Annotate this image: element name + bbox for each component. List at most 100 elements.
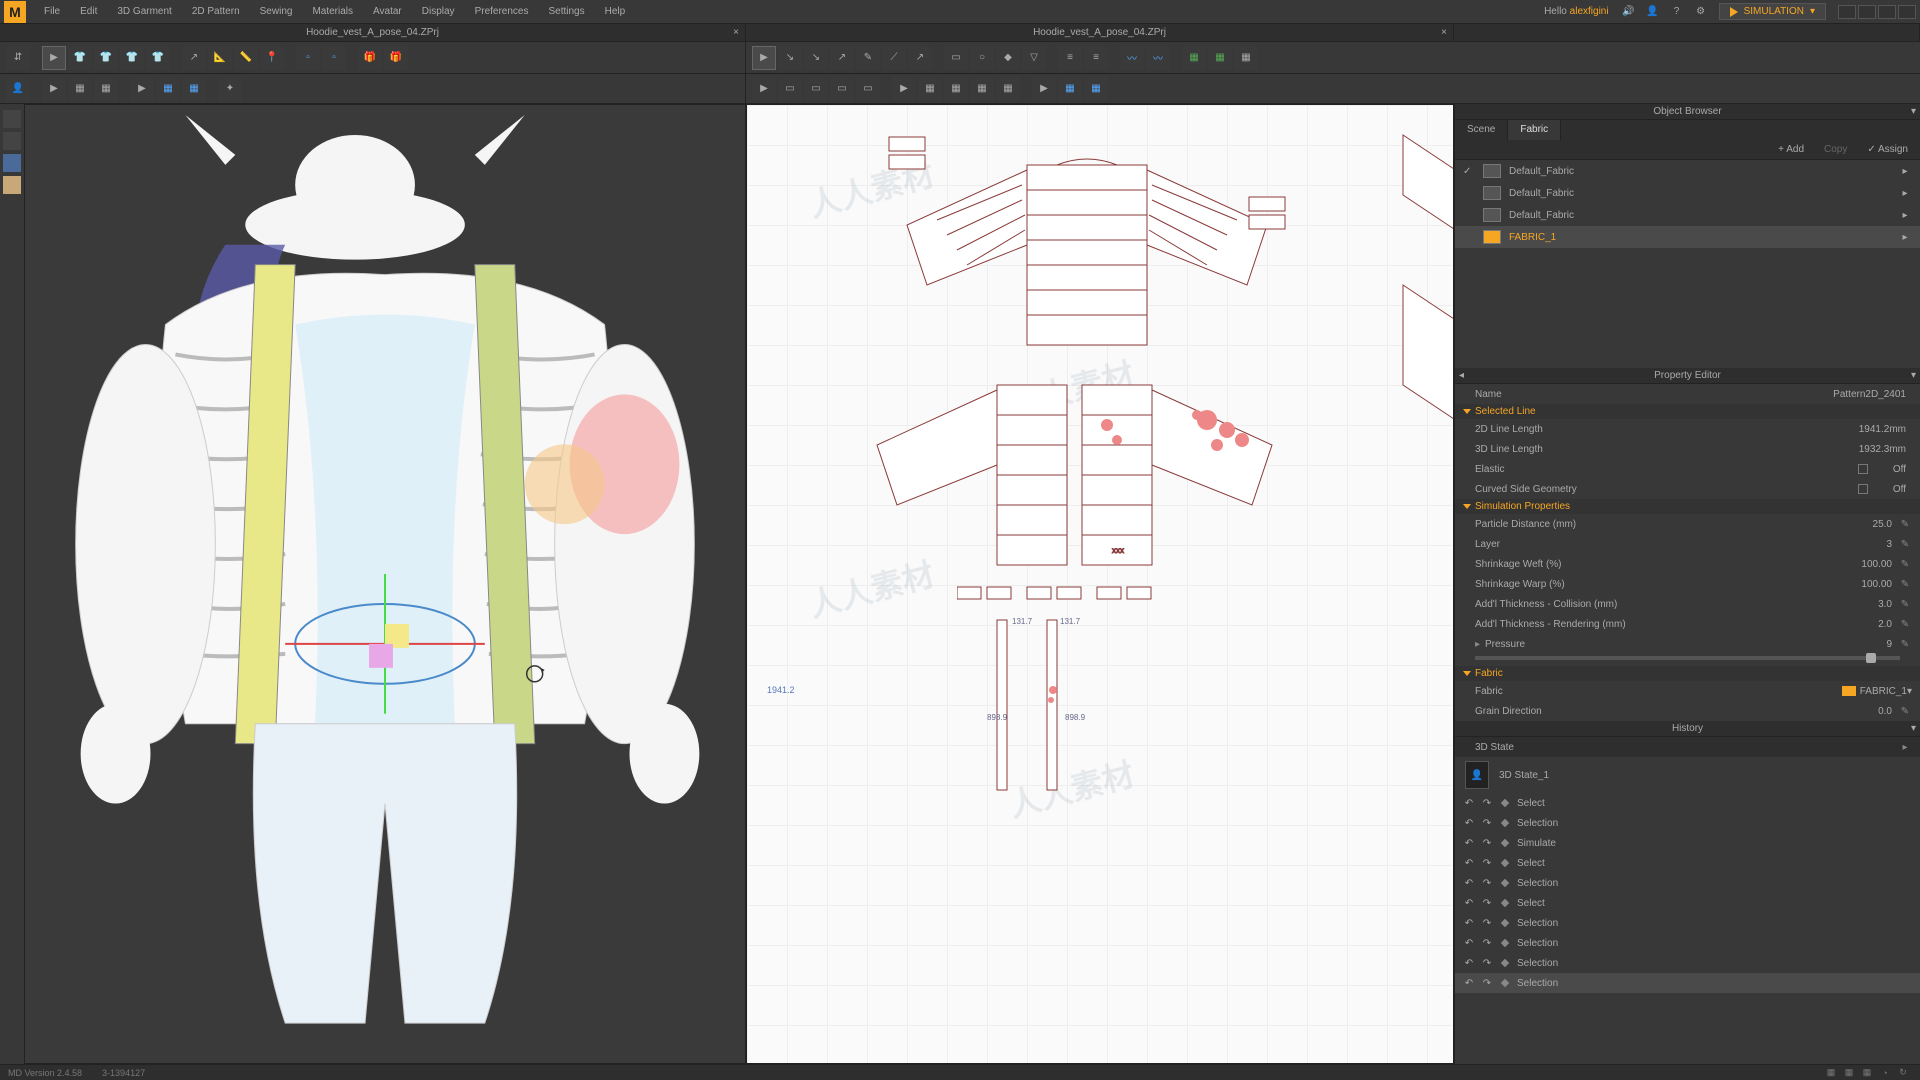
seam-tool-1-icon[interactable]: ≡	[1058, 46, 1082, 70]
menu-preferences[interactable]: Preferences	[465, 0, 539, 24]
pattern-strips[interactable]	[957, 585, 1157, 605]
edit-curve-tool-icon[interactable]: ↘	[804, 46, 828, 70]
file-tab-2d[interactable]: Hoodie_vest_A_pose_04.ZPrj×	[746, 24, 1454, 41]
2d-info-1-icon[interactable]: ▶	[892, 77, 916, 101]
add-button[interactable]: + Add	[1770, 144, 1812, 155]
history-item[interactable]: ↶↷Select	[1455, 893, 1920, 913]
pattern-cuff[interactable]	[887, 135, 927, 175]
box-tool-2-icon[interactable]: ▫	[322, 46, 346, 70]
tab-fabric[interactable]: Fabric	[1508, 120, 1561, 140]
draw-tool-icon[interactable]: ✎	[856, 46, 880, 70]
notch-tool-icon[interactable]: ▽	[1022, 46, 1046, 70]
2d-grid-2-icon[interactable]: ▦	[1058, 77, 1082, 101]
history-item[interactable]: ↶↷Selection	[1455, 873, 1920, 893]
avatar-view-2-icon[interactable]	[3, 132, 21, 150]
fabric-row[interactable]: Default_Fabric▸	[1455, 204, 1920, 226]
collapse-icon[interactable]: ▾	[1911, 723, 1916, 734]
pattern-cuff[interactable]	[1247, 195, 1287, 235]
settings-icon[interactable]: ⚙	[1689, 0, 1713, 24]
state-row[interactable]: 👤 3D State_1	[1455, 757, 1920, 793]
history-item[interactable]: ↶↷Selection	[1455, 813, 1920, 833]
render-mode-1-icon[interactable]: ▶	[130, 77, 154, 101]
history-item[interactable]: ↶↷Simulate	[1455, 833, 1920, 853]
edit-icon[interactable]: ✎	[1898, 519, 1912, 530]
2d-info-3-icon[interactable]: ▦	[944, 77, 968, 101]
avatar-view-3-icon[interactable]	[3, 154, 21, 172]
2d-info-2-icon[interactable]: ▦	[918, 77, 942, 101]
expand-icon[interactable]: ▸	[1898, 232, 1912, 243]
view-tool-2-icon[interactable]: ▦	[1208, 46, 1232, 70]
status-icon-4[interactable]: ◔	[1876, 1068, 1894, 1078]
checkbox[interactable]	[1858, 464, 1868, 474]
prop-value[interactable]: Pattern2D_2401	[1812, 389, 1912, 400]
pattern-piece-top[interactable]	[827, 145, 1347, 365]
collapse-icon[interactable]: ◂	[1459, 370, 1464, 381]
menu-edit[interactable]: Edit	[70, 0, 107, 24]
checkbox[interactable]	[1858, 484, 1868, 494]
section-simulation-properties[interactable]: Simulation Properties	[1455, 499, 1920, 514]
assign-button[interactable]: ✓ Assign	[1859, 144, 1916, 155]
window-restore-icon[interactable]	[1878, 5, 1896, 19]
menu-materials[interactable]: Materials	[302, 0, 363, 24]
viewport-2d[interactable]: 人人素材 人人素材 人人素材 人人素材	[746, 104, 1454, 1064]
internal-line-tool-icon[interactable]: ⟋	[882, 46, 906, 70]
collapse-icon[interactable]: ▾	[1911, 106, 1916, 117]
extra-mode-icon[interactable]: ✦	[218, 77, 242, 101]
display-mode-2-icon[interactable]: ▦	[68, 77, 92, 101]
2d-display-5-icon[interactable]: ▭	[856, 77, 880, 101]
viewport-3d[interactable]	[24, 104, 746, 1064]
edit-icon[interactable]: ✎	[1898, 599, 1912, 610]
file-tab-3d[interactable]: Hoodie_vest_A_pose_04.ZPrj×	[0, 24, 746, 41]
prop-value[interactable]: 9	[1798, 639, 1898, 650]
pressure-slider[interactable]	[1475, 656, 1900, 660]
status-icon-5[interactable]: ↻	[1894, 1067, 1912, 1078]
prop-value[interactable]: 2.0	[1798, 619, 1898, 630]
status-icon-3[interactable]: ▦	[1858, 1067, 1876, 1078]
2d-display-1-icon[interactable]: ▶	[752, 77, 776, 101]
menu-help[interactable]: Help	[595, 0, 636, 24]
collapse-icon[interactable]: ▾	[1911, 370, 1916, 381]
edit-icon[interactable]: ✎	[1898, 706, 1912, 717]
display-mode-3-icon[interactable]: ▦	[94, 77, 118, 101]
prop-value[interactable]: 0.0	[1798, 706, 1898, 717]
select-2d-tool-icon[interactable]: ▶	[752, 46, 776, 70]
prop-value[interactable]: 25.0	[1798, 519, 1898, 530]
measure-tool-icon[interactable]: 📐	[208, 46, 232, 70]
history-item[interactable]: ↶↷Selection	[1455, 913, 1920, 933]
history-item[interactable]: ↶↷Selection	[1455, 973, 1920, 993]
sim-play-icon[interactable]: 👤	[6, 77, 30, 101]
menu-sewing[interactable]: Sewing	[250, 0, 303, 24]
fabric-row[interactable]: Default_Fabric▸	[1455, 182, 1920, 204]
status-icon-1[interactable]: ▦	[1822, 1067, 1840, 1078]
2d-grid-1-icon[interactable]: ▶	[1032, 77, 1056, 101]
prop-value[interactable]: 3.0	[1798, 599, 1898, 610]
window-close-icon[interactable]	[1898, 5, 1916, 19]
history-item[interactable]: ↶↷Select	[1455, 793, 1920, 813]
copy-button[interactable]: Copy	[1816, 144, 1855, 155]
render-mode-2-icon[interactable]: ▦	[156, 77, 180, 101]
status-icon-2[interactable]: ▦	[1840, 1067, 1858, 1078]
close-icon[interactable]: ×	[1441, 27, 1447, 38]
app-logo[interactable]: M	[4, 1, 26, 23]
expand-icon[interactable]: ▸	[1898, 742, 1912, 753]
history-item[interactable]: ↶↷Selection	[1455, 953, 1920, 973]
expand-icon[interactable]: ▸	[1898, 188, 1912, 199]
gift-tool-2-icon[interactable]: 🎁	[384, 46, 408, 70]
window-max-icon[interactable]	[1858, 5, 1876, 19]
dart-tool-icon[interactable]: ◆	[996, 46, 1020, 70]
account-icon[interactable]: 👤	[1641, 0, 1665, 24]
garment-tool-1-icon[interactable]: 👕	[68, 46, 92, 70]
rect-tool-icon[interactable]: ▭	[944, 46, 968, 70]
avatar-view-4-icon[interactable]	[3, 176, 21, 194]
view-tool-3-icon[interactable]: ▦	[1234, 46, 1258, 70]
sewing-tool-2-icon[interactable]: 〰	[1146, 46, 1170, 70]
prop-value[interactable]: 100.00	[1798, 579, 1898, 590]
section-selected-line[interactable]: Selected Line	[1455, 404, 1920, 419]
select-tool-icon[interactable]: ▶	[42, 46, 66, 70]
trace-tool-icon[interactable]: ↗	[908, 46, 932, 70]
menu-2d-pattern[interactable]: 2D Pattern	[182, 0, 250, 24]
expand-icon[interactable]: ▸	[1898, 166, 1912, 177]
display-mode-1-icon[interactable]: ▶	[42, 77, 66, 101]
history-item[interactable]: ↶↷Select	[1455, 853, 1920, 873]
pattern-straps[interactable]	[987, 610, 1107, 800]
